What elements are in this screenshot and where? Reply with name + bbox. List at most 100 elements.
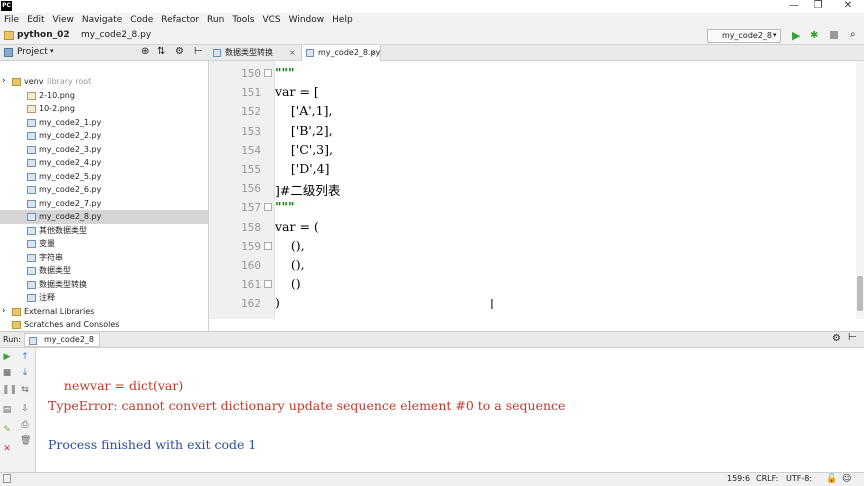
code-line[interactable]: ['A',1], — [275, 103, 333, 118]
search-everywhere-icon[interactable]: ⌕ — [850, 29, 856, 40]
tree-item[interactable]: › venv library root — [0, 75, 208, 89]
tree-item[interactable]: my_code2_2.py — [0, 129, 208, 143]
breadcrumb-file[interactable]: my_code2_8.py — [81, 30, 151, 40]
close-window-button[interactable]: ✕ — [836, 0, 860, 13]
menu-view[interactable]: View — [49, 13, 78, 27]
scrollbar-thumb[interactable] — [857, 276, 863, 311]
print-icon[interactable]: ⎙ — [20, 420, 30, 430]
tree-item[interactable]: › External Libraries — [0, 305, 208, 319]
project-panel-title[interactable]: Project — [17, 47, 48, 57]
tree-item[interactable]: 10-2.png — [0, 102, 208, 116]
menu-window[interactable]: Window — [285, 13, 329, 27]
code-line[interactable]: ['D',4] — [275, 161, 330, 176]
tree-item[interactable]: 字符串 — [0, 251, 208, 265]
menu-file[interactable]: File — [0, 13, 23, 27]
tree-item[interactable]: my_code2_3.py — [0, 143, 208, 157]
tree-item[interactable]: my_code2_1.py — [0, 116, 208, 130]
settings-gear-icon[interactable]: ⚙ — [175, 46, 184, 57]
rerun-icon[interactable]: ▶ — [2, 352, 12, 362]
up-arrow-icon[interactable]: ↑ — [20, 352, 30, 362]
locate-file-icon[interactable]: ⊕ — [141, 46, 149, 57]
tree-item[interactable]: Scratches and Consoles — [0, 318, 208, 331]
stop-icon[interactable]: ■ — [2, 368, 12, 378]
debug-icon[interactable]: ✱ — [810, 30, 818, 41]
tree-item[interactable]: my_code2_8.py — [0, 210, 208, 224]
file-encoding[interactable]: UTF-8: — [786, 474, 812, 483]
code-line[interactable]: (), — [275, 238, 305, 253]
menu-navigate[interactable]: Navigate — [78, 13, 126, 27]
tree-item[interactable]: 注释 — [0, 291, 208, 305]
fold-marker-icon[interactable] — [264, 203, 272, 212]
python-file-icon — [27, 172, 36, 181]
close-tab-icon[interactable]: × — [370, 45, 377, 61]
tab-my-code2-8[interactable]: my_code2_8.py × — [301, 45, 381, 61]
stop-icon[interactable] — [830, 31, 838, 39]
run-config-dropdown[interactable]: my_code2_8 ▾ — [707, 29, 781, 43]
tab-data-type-conversion[interactable]: 数据类型转换 × — [209, 45, 301, 61]
menu-help[interactable]: Help — [328, 13, 357, 27]
tree-item[interactable]: my_code2_7.py — [0, 197, 208, 211]
code-line[interactable]: ]#二级列表 — [275, 180, 340, 199]
expand-arrow-icon[interactable]: › — [2, 75, 6, 89]
hide-panel-icon[interactable]: ⊢ — [194, 46, 203, 57]
dump-threads-icon[interactable]: ▤ — [2, 405, 12, 415]
close-run-icon[interactable]: ✕ — [2, 444, 12, 454]
tree-item[interactable]: my_code2_4.py — [0, 156, 208, 170]
collapse-all-icon[interactable]: ⇅ — [157, 46, 165, 57]
inspector-icon[interactable]: ☺ — [842, 474, 851, 484]
scroll-to-end-icon[interactable]: ⇩ — [20, 404, 30, 414]
tree-item[interactable]: 变量 — [0, 237, 208, 251]
code-line[interactable]: ) — [275, 295, 280, 310]
tree-item[interactable]: 数据类型转换 — [0, 278, 208, 292]
code-line[interactable]: () — [275, 276, 301, 291]
pause-icon[interactable]: ❚❚ — [2, 385, 17, 395]
code-editor[interactable]: """ var = [ ['A',1], ['B',2], ['C',3], ['… — [275, 61, 856, 319]
maximize-button[interactable]: ❐ — [806, 0, 830, 13]
clear-all-icon[interactable]: 🗑 — [20, 436, 31, 446]
soft-wrap-icon[interactable]: ⇆ — [20, 385, 30, 395]
hide-panel-icon[interactable]: ⊢ — [848, 332, 857, 343]
tree-item[interactable]: 其他数据类型 — [0, 224, 208, 238]
tree-item[interactable]: 2-10.png — [0, 89, 208, 103]
python-file-icon — [27, 253, 36, 262]
tree-item[interactable]: my_code2_6.py — [0, 183, 208, 197]
code-line[interactable]: var = [ — [275, 84, 319, 99]
console-line-error: TypeError: cannot convert dictionary upd… — [48, 398, 566, 413]
python-file-icon — [27, 240, 36, 248]
tree-item-label: my_code2_7.py — [39, 198, 102, 208]
pin-tab-icon[interactable]: ✎ — [2, 425, 12, 435]
tree-item-label: my_code2_6.py — [39, 185, 102, 194]
chevron-down-icon[interactable]: ▾ — [50, 47, 54, 55]
code-line[interactable]: """ — [275, 65, 295, 80]
fold-marker-icon[interactable] — [264, 241, 272, 250]
tree-item[interactable]: 数据类型 — [0, 264, 208, 278]
editor-scrollbar[interactable] — [856, 61, 864, 319]
fold-marker-icon[interactable] — [264, 280, 272, 289]
caret-position[interactable]: 159:6 — [727, 474, 750, 483]
run-icon[interactable]: ▶ — [792, 29, 800, 42]
down-arrow-icon[interactable]: ↓ — [20, 368, 30, 378]
menu-edit[interactable]: Edit — [23, 13, 48, 27]
code-line[interactable]: var = ( — [275, 219, 319, 234]
run-console-output[interactable]: newvar = dict(var) TypeError: cannot conv… — [36, 348, 864, 472]
line-separator[interactable]: CRLF: — [756, 474, 778, 483]
menu-code[interactable]: Code — [126, 13, 157, 27]
code-line[interactable]: ['C',3], — [275, 142, 333, 157]
code-line[interactable]: (), — [275, 257, 305, 272]
minimize-button[interactable]: — — [782, 0, 806, 13]
code-line[interactable]: """ — [275, 199, 295, 214]
tool-windows-icon[interactable] — [3, 474, 11, 483]
close-tab-icon[interactable]: × — [289, 45, 296, 61]
breadcrumb-project[interactable]: python_02 — [17, 30, 70, 40]
lock-icon[interactable]: 🔓 — [826, 474, 837, 484]
fold-marker-icon[interactable] — [264, 69, 272, 77]
tree-item[interactable]: my_code2_5.py — [0, 170, 208, 184]
menu-refactor[interactable]: Refactor — [157, 13, 203, 27]
menu-vcs[interactable]: VCS — [258, 13, 284, 27]
menu-run[interactable]: Run — [203, 13, 228, 27]
settings-gear-icon[interactable]: ⚙ — [832, 333, 841, 344]
code-line[interactable]: ['B',2], — [275, 123, 333, 138]
run-tab[interactable]: my_code2_8 — [24, 333, 100, 347]
expand-arrow-icon[interactable]: › — [2, 305, 6, 319]
menu-tools[interactable]: Tools — [228, 13, 258, 27]
